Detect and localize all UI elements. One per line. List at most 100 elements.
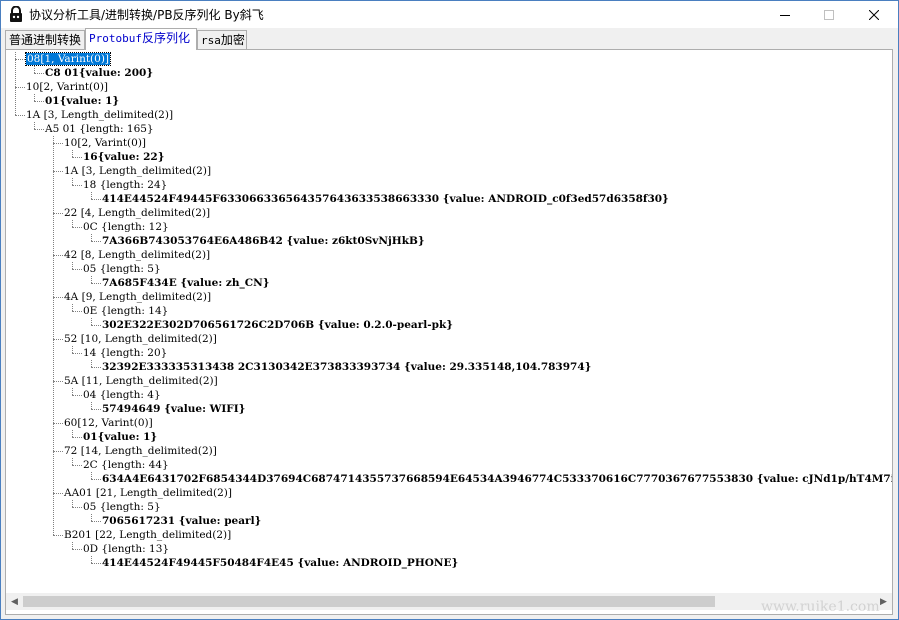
tree-node[interactable]: 72 [14, Length_delimited(2)] xyxy=(64,444,217,458)
minimize-button[interactable] xyxy=(763,1,807,28)
tree-connector xyxy=(72,542,73,549)
scroll-left-icon[interactable]: ◀ xyxy=(6,593,23,610)
tree-connector xyxy=(53,339,54,381)
tree-connector xyxy=(91,409,101,410)
tree-node[interactable]: AA01 [21, Length_delimited(2)] xyxy=(64,486,232,500)
tree-node[interactable]: 14 {length: 20} xyxy=(83,346,167,360)
tree-connector xyxy=(72,458,73,465)
tree-connector xyxy=(34,73,44,74)
tree-node[interactable]: 5A [11, Length_delimited(2)] xyxy=(64,374,218,388)
tree-leaf-value[interactable]: 634A4E6431702F6854344D37694C687471435573… xyxy=(102,472,892,486)
tree-connector xyxy=(91,241,101,242)
tree-node[interactable]: 60[12, Varint(0)] xyxy=(64,416,153,430)
tree-node[interactable]: A5 01 {length: 165} xyxy=(45,122,154,136)
tree-node[interactable]: 0C {length: 12} xyxy=(83,220,169,234)
tree-node[interactable]: B201 [22, Length_delimited(2)] xyxy=(64,528,231,542)
tree-leaf-value[interactable]: 7A366B743053764E6A486B42 {value: z6kt0Sv… xyxy=(102,234,425,248)
tree-node[interactable]: 52 [10, Length_delimited(2)] xyxy=(64,332,217,346)
tree-leaf-value[interactable]: 01{value: 1} xyxy=(45,94,119,108)
tree-connector xyxy=(91,514,92,521)
tree-node-label: 10[2, Varint(0)] xyxy=(26,81,109,93)
tree-node[interactable]: 2C {length: 44} xyxy=(83,458,169,472)
tree-node[interactable]: 10[2, Varint(0)] xyxy=(64,136,146,150)
tree-node-label: 60[12, Varint(0)] xyxy=(64,417,153,429)
tree-node-label: 04 {length: 4} xyxy=(83,389,161,401)
tree-node[interactable]: 0D {length: 13} xyxy=(83,542,169,556)
tree-connector xyxy=(91,360,92,367)
tree-node-label: 42 [8, Length_delimited(2)] xyxy=(64,249,211,261)
tree-node-label: 0E {length: 14} xyxy=(83,305,169,317)
tree-leaf-value[interactable]: 414E44524F49445F633066336564357643633538… xyxy=(102,192,669,206)
tree-connector xyxy=(53,255,54,297)
tree-node[interactable]: 4A [9, Length_delimited(2)] xyxy=(64,290,211,304)
tree-node-label: 414E44524F49445F50484F4E45 {value: ANDRO… xyxy=(102,557,459,569)
tree-connector xyxy=(53,171,54,213)
tree-connector xyxy=(15,87,25,88)
maximize-icon xyxy=(824,9,834,20)
tree-leaf-value[interactable]: 57494649 {value: WIFI} xyxy=(102,402,245,416)
tree-node[interactable]: 10[2, Varint(0)] xyxy=(26,80,108,94)
tree-node-label: 634A4E6431702F6854344D37694C687471435573… xyxy=(102,473,892,485)
tab-label-prefix: Protobuf xyxy=(89,32,142,45)
tree-node-label: 10[2, Varint(0)] xyxy=(64,137,147,149)
tab-label: 普通进制转换 xyxy=(9,33,82,47)
tab-rsa-encrypt[interactable]: rsa加密 xyxy=(197,30,247,49)
tree-node-label: 22 [4, Length_delimited(2)] xyxy=(64,207,211,219)
tree-node[interactable]: 1A [3, Length_delimited(2)] xyxy=(26,108,173,122)
tree-node-label: 57494649 {value: WIFI} xyxy=(102,403,246,415)
tree-node[interactable]: 05 {length: 5} xyxy=(83,500,161,514)
tree-leaf-value[interactable]: 414E44524F49445F50484F4E45 {value: ANDRO… xyxy=(102,556,458,570)
tree-connector xyxy=(53,297,54,339)
tree-connector xyxy=(15,115,25,116)
tree-connector xyxy=(53,535,63,536)
tree-connector xyxy=(53,381,54,423)
tab-panel: 08[1, Varint(0)] C8 01{value: 200} 10[2, V… xyxy=(5,49,893,615)
tree-node-label: 414E44524F49445F633066336564357643633538… xyxy=(102,193,669,205)
tree-connector xyxy=(53,451,63,452)
tab-protobuf-deserialize[interactable]: Protobuf反序列化 xyxy=(85,28,197,50)
tree-leaf-value[interactable]: 302E322E302D706561726C2D706B {value: 0.2… xyxy=(102,318,453,332)
tree-connector xyxy=(53,143,54,171)
tree-connector xyxy=(53,493,54,535)
tree-connector xyxy=(91,199,101,200)
tree-node-label: 08[1, Varint(0)] xyxy=(24,52,112,66)
tree-connector xyxy=(15,59,25,60)
tree-leaf-value[interactable]: 32392E333335313438 2C3130342E37383339373… xyxy=(102,360,591,374)
tree-node-label: 5A [11, Length_delimited(2)] xyxy=(64,375,218,387)
tree-node-label: 7065617231 {value: pearl} xyxy=(102,515,262,527)
tree-node-label: 01{value: 1} xyxy=(83,431,158,443)
tab-label-prefix: rsa xyxy=(201,34,221,47)
protobuf-tree-view[interactable]: 08[1, Varint(0)] C8 01{value: 200} 10[2, V… xyxy=(6,50,892,593)
tree-node[interactable]: 42 [8, Length_delimited(2)] xyxy=(64,248,210,262)
tree-leaf-value[interactable]: 7065617231 {value: pearl} xyxy=(102,514,261,528)
tree-leaf-value[interactable]: C8 01{value: 200} xyxy=(45,66,153,80)
tree-node[interactable]: 18 {length: 24} xyxy=(83,178,167,192)
tree-node-label: 52 [10, Length_delimited(2)] xyxy=(64,333,217,345)
tree-connector xyxy=(91,234,92,241)
tree-node-label: AA01 [21, Length_delimited(2)] xyxy=(64,487,232,499)
tree-node-label: 0D {length: 13} xyxy=(83,543,170,555)
tree-connector xyxy=(72,227,82,228)
scrollbar-thumb[interactable] xyxy=(23,596,715,607)
close-button[interactable] xyxy=(852,1,896,28)
tree-connector xyxy=(72,262,73,269)
tree-leaf-value[interactable]: 7A685F434E {value: zh_CN} xyxy=(102,276,269,290)
tab-base-conversion[interactable]: 普通进制转换 xyxy=(5,30,85,49)
tree-leaf-value[interactable]: 16{value: 22} xyxy=(83,150,164,164)
tree-leaf-value[interactable]: 01{value: 1} xyxy=(83,430,157,444)
tree-node-label: 1A [3, Length_delimited(2)] xyxy=(26,109,174,121)
tree-node[interactable]: 22 [4, Length_delimited(2)] xyxy=(64,206,210,220)
horizontal-scrollbar[interactable]: ◀ ▶ xyxy=(6,593,892,610)
maximize-button[interactable] xyxy=(807,1,851,28)
tree-node[interactable]: 05 {length: 5} xyxy=(83,262,161,276)
tree-node-label: 05 {length: 5} xyxy=(83,263,161,275)
tree-node-label: 18 {length: 24} xyxy=(83,179,168,191)
tree-node[interactable]: 0E {length: 14} xyxy=(83,304,168,318)
tree-connector xyxy=(72,269,82,270)
tree-connector xyxy=(72,430,73,437)
tree-connector xyxy=(53,339,63,340)
tree-node[interactable]: 04 {length: 4} xyxy=(83,388,161,402)
tree-node[interactable]: 08[1, Varint(0)] xyxy=(24,52,112,66)
tree-node[interactable]: 1A [3, Length_delimited(2)] xyxy=(64,164,211,178)
tab-label: 反序列化 xyxy=(141,31,190,45)
